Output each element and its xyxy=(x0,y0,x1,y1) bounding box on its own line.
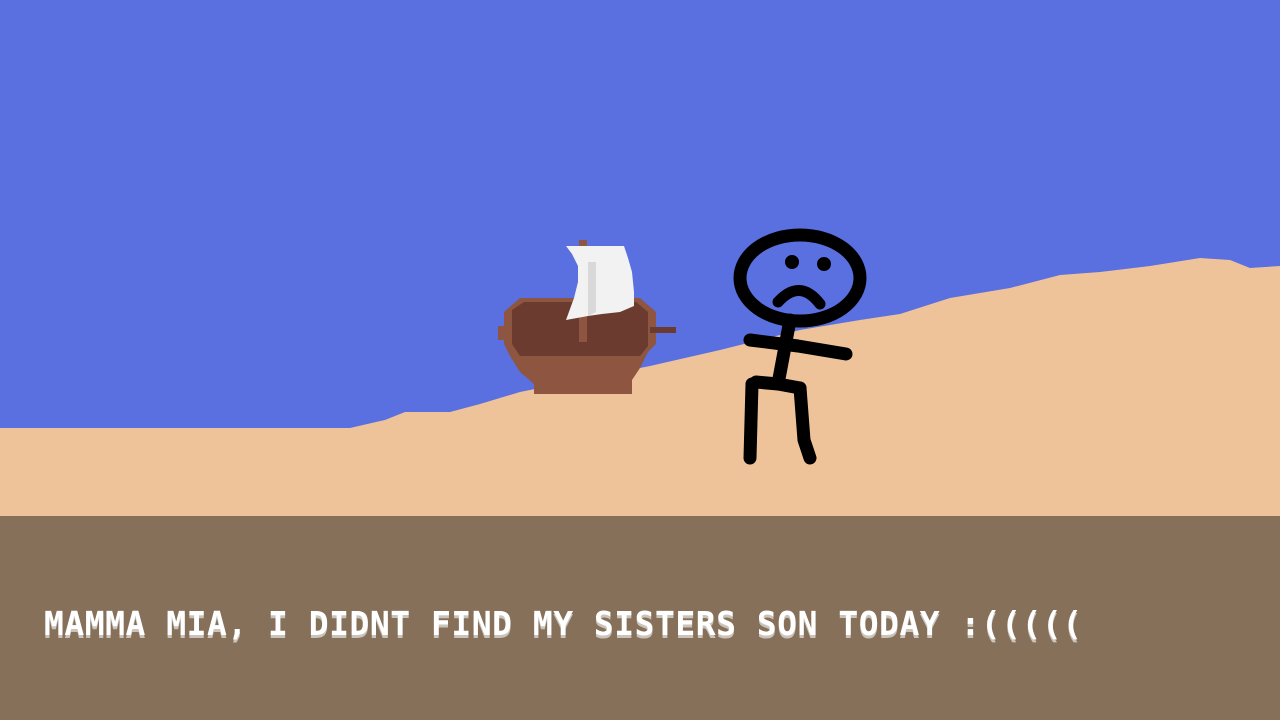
character-eye-left xyxy=(785,255,799,269)
boat-sail-shade xyxy=(588,262,596,316)
boat-stern xyxy=(498,326,508,340)
character-leg-left xyxy=(743,377,759,465)
character-hips xyxy=(749,375,807,395)
character-eye-right xyxy=(817,257,831,271)
boat-oar xyxy=(650,327,676,333)
dialog-text: MAMMA MIA, I DIDNT FIND MY SISTERS SON T… xyxy=(44,604,1083,643)
